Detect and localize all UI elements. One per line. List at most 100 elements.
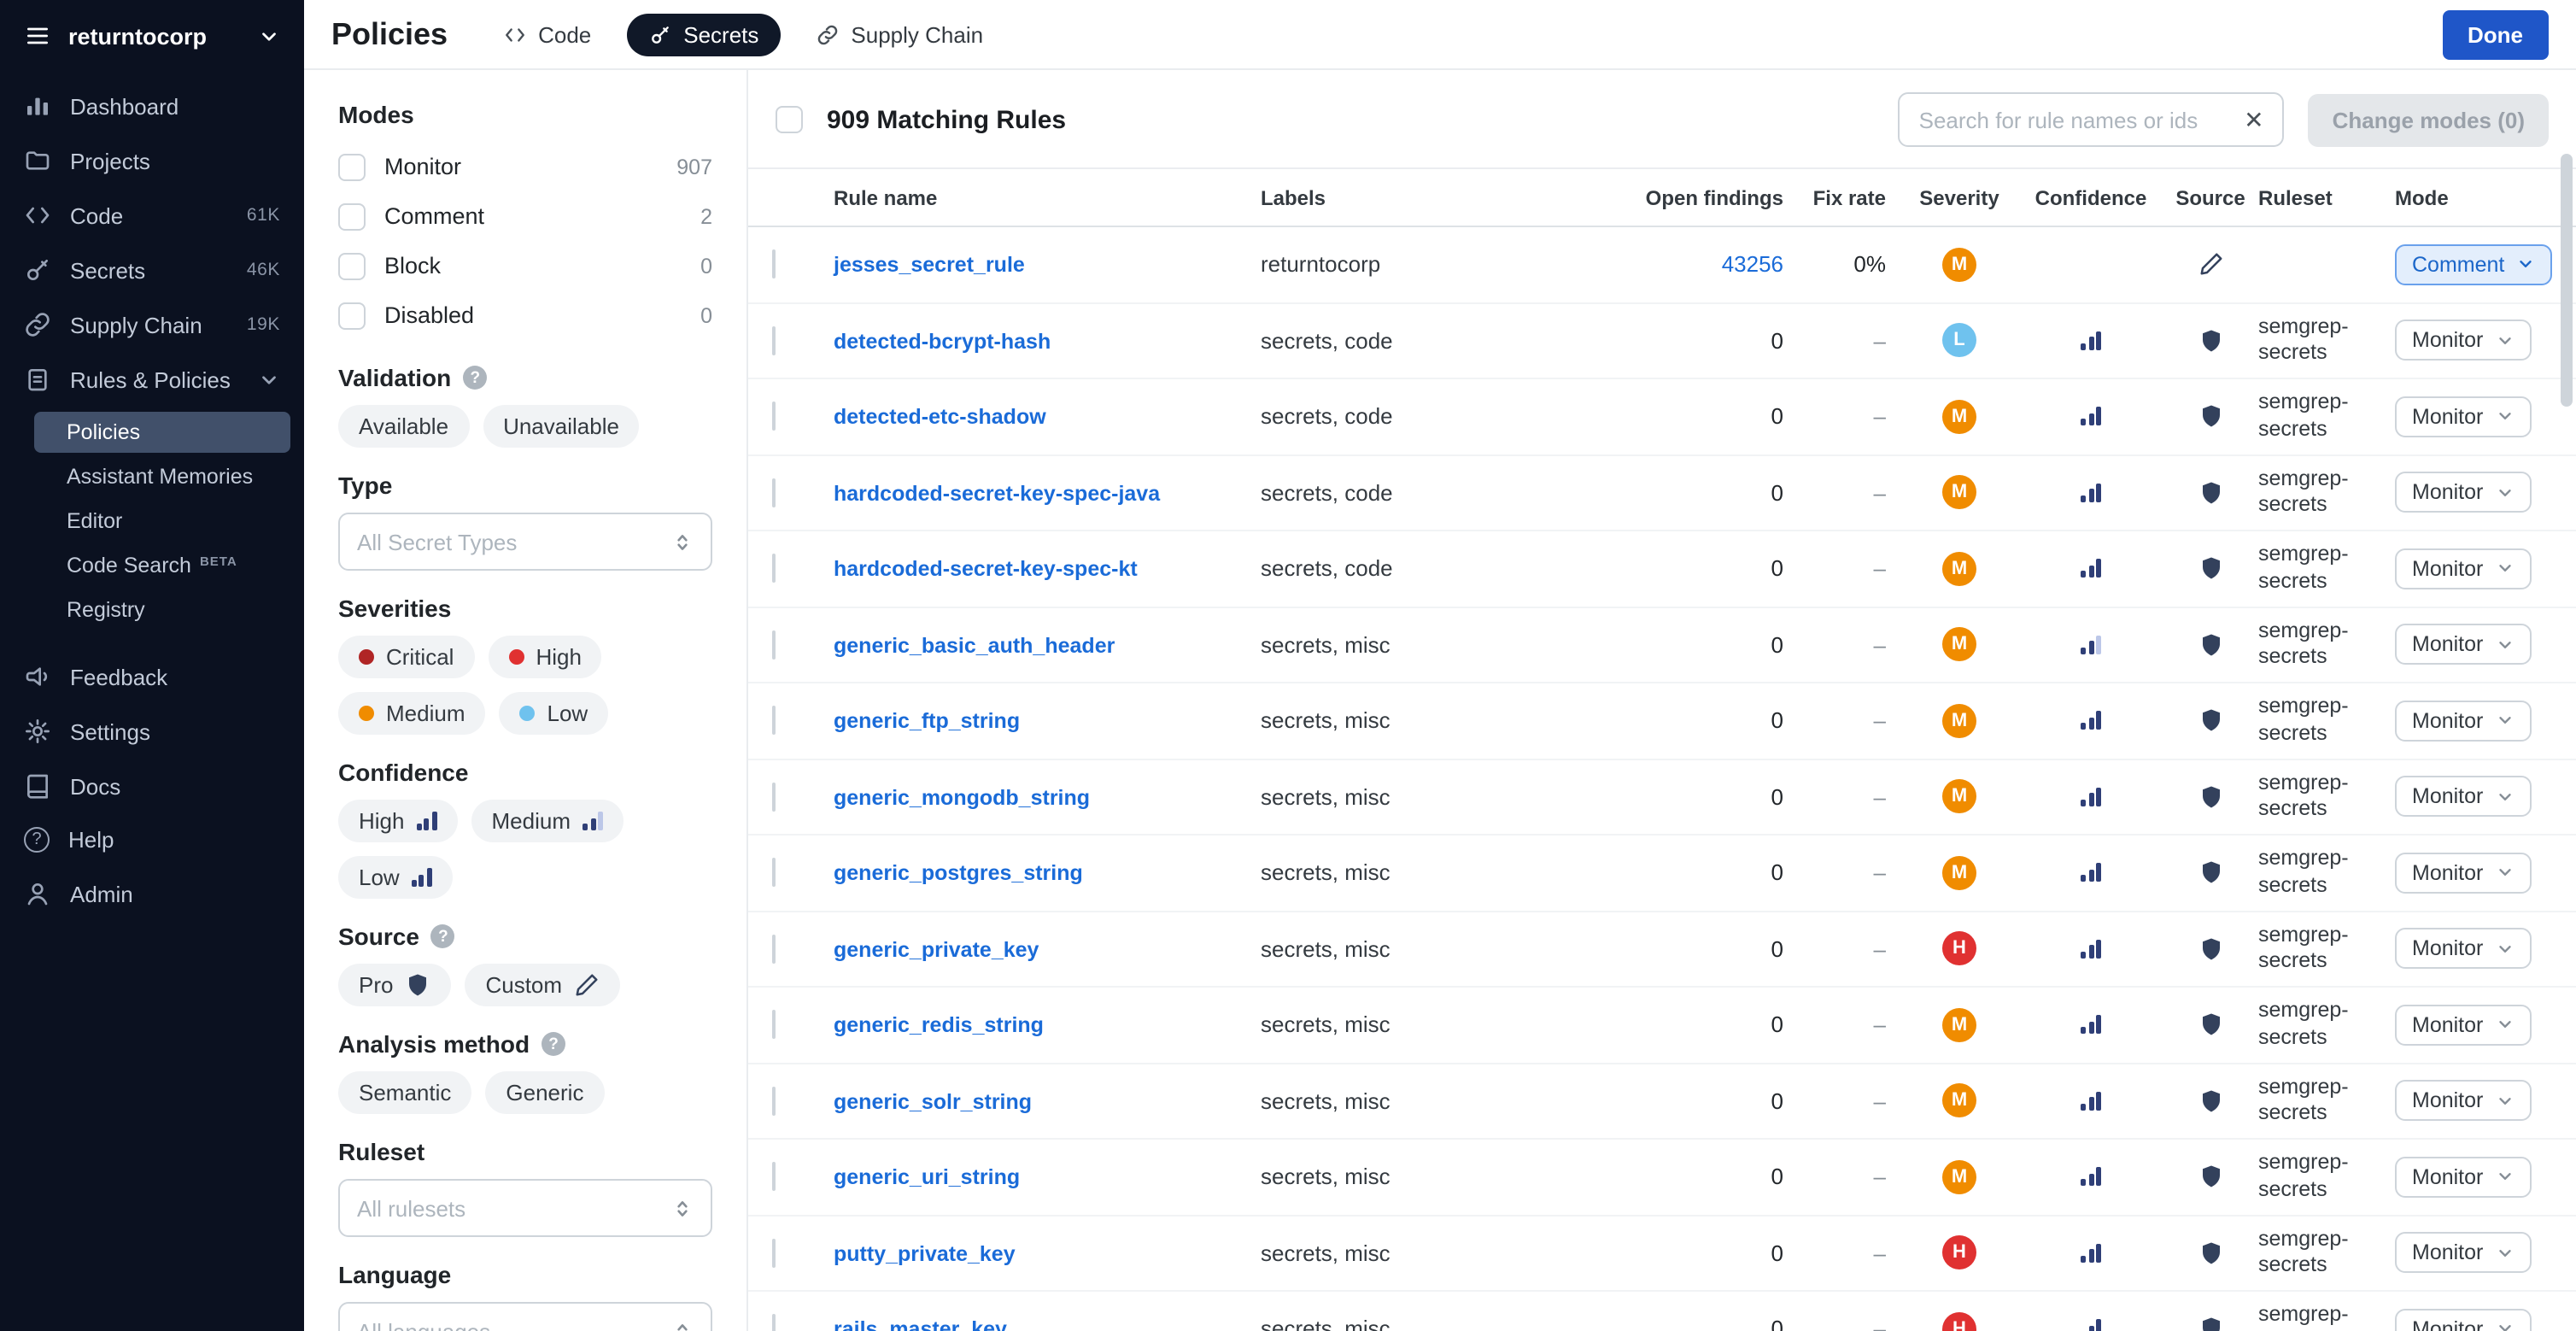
rule-name-link[interactable]: generic_basic_auth_header: [834, 634, 1115, 658]
sidebar-item-dashboard[interactable]: Dashboard: [0, 79, 304, 133]
ruleset-select[interactable]: All rulesets: [338, 1179, 712, 1237]
tab-supply-chain[interactable]: Supply Chain: [794, 13, 1005, 56]
open-findings-link[interactable]: 43256: [1722, 252, 1783, 278]
rule-name-link[interactable]: generic_uri_string: [834, 1166, 1020, 1190]
sidebar-item-feedback[interactable]: Feedback: [0, 649, 304, 704]
row-checkbox[interactable]: [772, 402, 776, 431]
filter-mode-disabled[interactable]: Disabled 0: [338, 290, 712, 340]
rule-name-link[interactable]: generic_private_key: [834, 938, 1039, 962]
row-checkbox[interactable]: [772, 859, 776, 888]
rule-name-link[interactable]: generic_postgres_string: [834, 862, 1083, 886]
secret-type-select[interactable]: All Secret Types: [338, 513, 712, 571]
mode-select[interactable]: Monitor: [2395, 548, 2531, 589]
row-checkbox[interactable]: [772, 630, 776, 660]
sidebar-subitem-policies[interactable]: Policies: [34, 412, 290, 453]
filter-mode-block[interactable]: Block 0: [338, 241, 712, 290]
mode-select[interactable]: Monitor: [2395, 320, 2531, 361]
rule-name-link[interactable]: jesses_secret_rule: [834, 254, 1025, 278]
row-checkbox[interactable]: [772, 1239, 776, 1268]
mode-select[interactable]: Monitor: [2395, 777, 2531, 818]
filter-mode-comment[interactable]: Comment 2: [338, 191, 712, 241]
filter-pill-custom[interactable]: Custom: [465, 964, 620, 1006]
rule-name-link[interactable]: generic_solr_string: [834, 1090, 1032, 1114]
mode-select[interactable]: Comment: [2395, 244, 2552, 285]
filter-pill-high[interactable]: High: [488, 636, 602, 678]
sidebar-subitem-assistant-memories[interactable]: Assistant Memories: [34, 456, 290, 497]
rule-name-link[interactable]: generic_redis_string: [834, 1014, 1044, 1038]
clear-search-icon[interactable]: ✕: [2240, 105, 2267, 134]
filter-mode-monitor[interactable]: Monitor 907: [338, 142, 712, 191]
sidebar-item-code[interactable]: Code 61K: [0, 188, 304, 243]
search-input[interactable]: [1916, 105, 2241, 134]
mode-select[interactable]: Monitor: [2395, 1233, 2531, 1274]
sidebar-item-supply-chain[interactable]: Supply Chain 19K: [0, 297, 304, 352]
row-checkbox[interactable]: [772, 1163, 776, 1192]
language-select[interactable]: All languages: [338, 1302, 712, 1331]
row-checkbox[interactable]: [772, 783, 776, 812]
filter-pill-semantic[interactable]: Semantic: [338, 1071, 471, 1114]
row-checkbox[interactable]: [772, 250, 776, 279]
sidebar-item-rules-policies[interactable]: Rules & Policies: [0, 352, 304, 407]
rule-name-link[interactable]: rails_master_key: [834, 1318, 1007, 1331]
row-checkbox[interactable]: [772, 935, 776, 964]
change-modes-button[interactable]: Change modes (0): [2309, 93, 2549, 146]
mode-select[interactable]: Monitor: [2395, 929, 2531, 970]
tab-code[interactable]: Code: [482, 13, 613, 56]
mode-select[interactable]: Monitor: [2395, 1309, 2531, 1331]
rule-name-link[interactable]: hardcoded-secret-key-spec-java: [834, 482, 1160, 506]
filter-pill-low[interactable]: Low: [500, 692, 609, 735]
rule-name-link[interactable]: detected-etc-shadow: [834, 406, 1046, 430]
sidebar-subitem-registry[interactable]: Registry: [34, 589, 290, 630]
row-checkbox[interactable]: [772, 1011, 776, 1040]
mode-select[interactable]: Monitor: [2395, 853, 2531, 894]
row-checkbox[interactable]: [772, 1087, 776, 1116]
row-checkbox[interactable]: [772, 478, 776, 507]
checkbox[interactable]: [338, 252, 366, 279]
filter-pill-confidence-medium[interactable]: Medium: [471, 800, 624, 842]
rule-name-link[interactable]: generic_ftp_string: [834, 710, 1020, 734]
mode-select[interactable]: Monitor: [2395, 1081, 2531, 1122]
vertical-scrollbar[interactable]: [2561, 154, 2573, 407]
hamburger-menu-icon[interactable]: [24, 22, 51, 50]
mode-select[interactable]: Monitor: [2395, 624, 2531, 666]
row-checkbox[interactable]: [772, 707, 776, 736]
mode-select[interactable]: Monitor: [2395, 701, 2531, 742]
tab-secrets[interactable]: Secrets: [627, 13, 781, 56]
mode-select[interactable]: Monitor: [2395, 1157, 2531, 1198]
rule-name-link[interactable]: detected-bcrypt-hash: [834, 330, 1051, 354]
filter-pill-pro[interactable]: Pro: [338, 964, 451, 1006]
mode-select[interactable]: Monitor: [2395, 1005, 2531, 1046]
filter-pill-critical[interactable]: Critical: [338, 636, 474, 678]
filter-pill-unavailable[interactable]: Unavailable: [483, 405, 640, 448]
filter-pill-generic[interactable]: Generic: [485, 1071, 604, 1114]
sidebar-item-settings[interactable]: Settings: [0, 704, 304, 759]
chevron-down-icon[interactable]: [258, 25, 280, 47]
mode-select[interactable]: Monitor: [2395, 396, 2531, 437]
rule-name-link[interactable]: generic_mongodb_string: [834, 786, 1090, 810]
filter-pill-available[interactable]: Available: [338, 405, 469, 448]
help-icon[interactable]: ?: [542, 1032, 565, 1056]
mode-select[interactable]: Monitor: [2395, 472, 2531, 513]
sidebar-subitem-code-search[interactable]: Code Search BETA: [34, 545, 290, 586]
rule-name-link[interactable]: hardcoded-secret-key-spec-kt: [834, 558, 1138, 582]
checkbox[interactable]: [338, 153, 366, 180]
sidebar-item-admin[interactable]: Admin: [0, 866, 304, 921]
done-button[interactable]: Done: [2442, 9, 2549, 59]
sidebar-item-projects[interactable]: Projects: [0, 133, 304, 188]
checkbox[interactable]: [338, 302, 366, 329]
sidebar-item-docs[interactable]: Docs: [0, 759, 304, 813]
filter-pill-medium[interactable]: Medium: [338, 692, 486, 735]
help-icon[interactable]: ?: [431, 924, 455, 948]
sidebar-subitem-editor[interactable]: Editor: [34, 501, 290, 542]
row-checkbox[interactable]: [772, 554, 776, 583]
filter-pill-confidence-high[interactable]: High: [338, 800, 458, 842]
row-checkbox[interactable]: [772, 326, 776, 355]
sidebar-item-secrets[interactable]: Secrets 46K: [0, 243, 304, 297]
filter-pill-confidence-low[interactable]: Low: [338, 856, 453, 899]
select-all-checkbox[interactable]: [776, 106, 803, 133]
org-switcher[interactable]: returntocorp: [0, 0, 304, 68]
row-checkbox[interactable]: [772, 1315, 776, 1331]
help-icon[interactable]: ?: [463, 366, 487, 390]
sidebar-item-help[interactable]: ? Help: [0, 813, 304, 866]
checkbox[interactable]: [338, 202, 366, 230]
